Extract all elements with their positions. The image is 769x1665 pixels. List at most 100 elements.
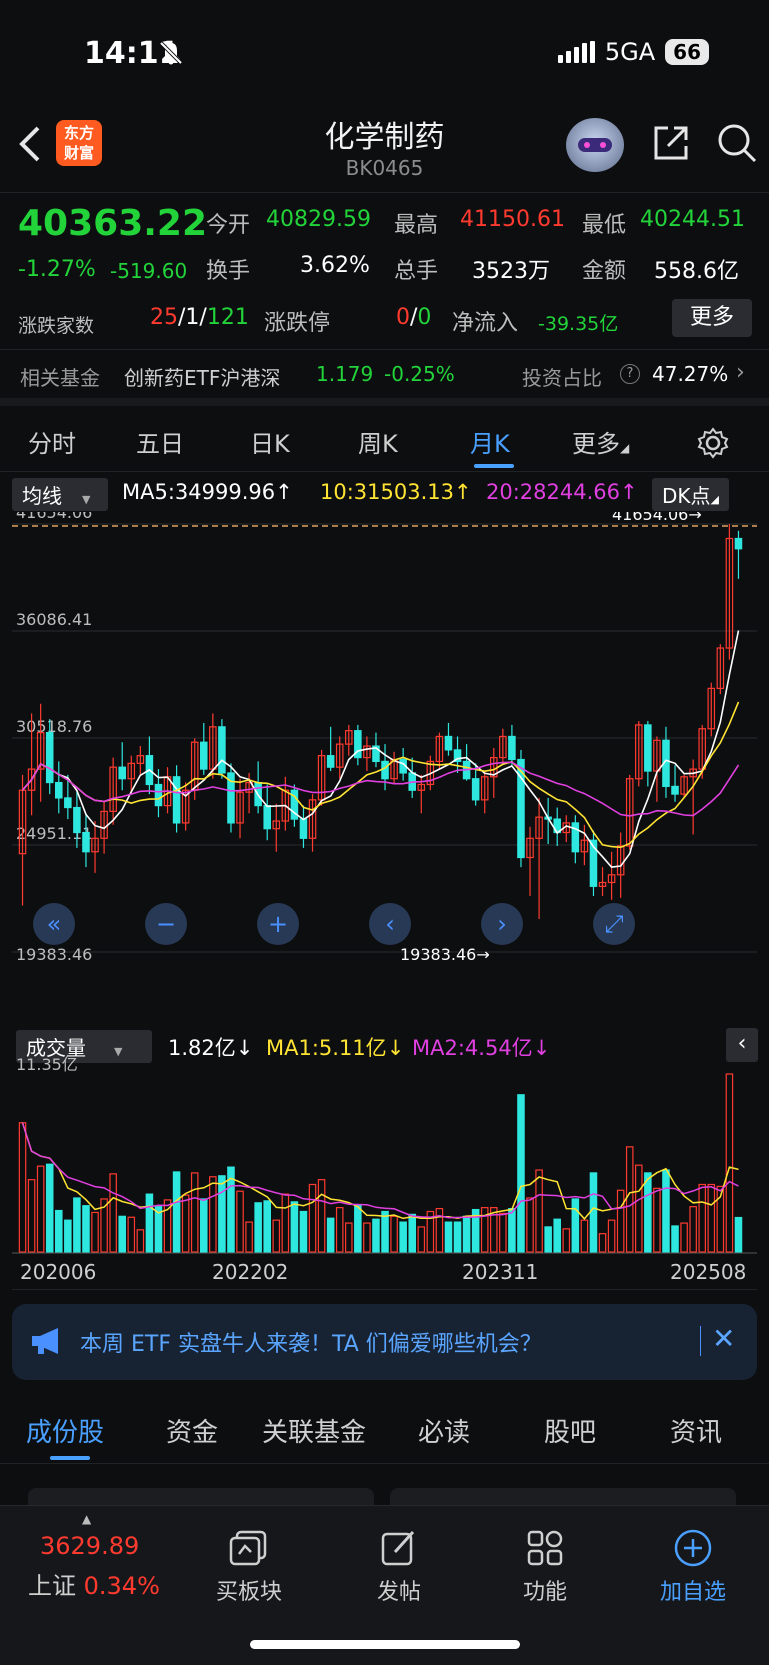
index-row[interactable]: 上证 0.34% bbox=[28, 1566, 160, 1601]
expand-up-icon[interactable]: ▲ bbox=[82, 1512, 91, 1526]
last-price: 40363.22 bbox=[18, 203, 208, 244]
volume-bar bbox=[671, 1225, 679, 1253]
volume-bar bbox=[580, 1219, 589, 1253]
breadth-values: 25/1/121 bbox=[150, 305, 249, 330]
x-tick: 202508 bbox=[670, 1260, 747, 1284]
price-axis-label: 19383.46 bbox=[16, 945, 92, 964]
tab-capital[interactable]: 资金 bbox=[166, 1412, 218, 1449]
ma-legend-row: 均线 ▼ MA5:34999.96↑ 10:31503.13↑ 20:28244.… bbox=[0, 478, 769, 511]
tab-forum[interactable]: 股吧 bbox=[544, 1412, 596, 1449]
volume-bar bbox=[607, 1219, 616, 1253]
candle-body bbox=[444, 735, 453, 751]
candle-body bbox=[172, 776, 181, 824]
volume-bar bbox=[725, 1073, 734, 1253]
home-indicator bbox=[250, 1640, 520, 1649]
volume-bar bbox=[91, 1211, 99, 1253]
tab-five-day[interactable]: 五日 bbox=[136, 424, 184, 459]
volume-bar bbox=[635, 1164, 643, 1253]
help-icon[interactable]: ? bbox=[620, 364, 640, 384]
volume-bar bbox=[218, 1175, 226, 1253]
tab-month-k[interactable]: 月K bbox=[470, 424, 510, 459]
assistant-robot-icon[interactable] bbox=[566, 118, 624, 172]
volume-bar bbox=[625, 1146, 634, 1253]
volume-bar bbox=[317, 1179, 326, 1253]
tab-related-funds[interactable]: 关联基金 bbox=[262, 1412, 366, 1449]
settings-gear-icon[interactable] bbox=[696, 426, 730, 466]
netflow-value: -39.35亿 bbox=[538, 313, 619, 335]
volume-bar bbox=[372, 1218, 380, 1253]
volume-bar bbox=[172, 1171, 181, 1253]
volume-bar bbox=[598, 1233, 607, 1253]
indicator-dropdown[interactable]: 均线 ▼ bbox=[12, 478, 108, 511]
period-tabs: 分时 五日 日K 周K 月K 更多◢ bbox=[0, 414, 769, 472]
volume-value: 3523万 bbox=[472, 259, 550, 284]
change-percent: -1.27% bbox=[18, 257, 96, 282]
buy-sector-icon bbox=[194, 1526, 304, 1570]
volume-bar bbox=[734, 1216, 743, 1253]
low-value: 40244.51 bbox=[640, 207, 745, 232]
volume-bar bbox=[453, 1221, 462, 1253]
dk-point-button[interactable]: DK点◢ bbox=[652, 478, 729, 511]
share-icon[interactable] bbox=[650, 122, 692, 168]
banner-text[interactable]: 本周 ETF 实盘牛人来袭！TA 们偏爱哪些机会？ bbox=[80, 1326, 542, 1358]
volume-bar bbox=[345, 1222, 353, 1253]
x-tick: 202006 bbox=[20, 1260, 97, 1284]
nav-add-watchlist[interactable]: 加自选 bbox=[638, 1526, 748, 1606]
ma10-line bbox=[21, 701, 740, 849]
tab-more[interactable]: 更多◢ bbox=[572, 424, 629, 459]
high-value: 41150.61 bbox=[460, 207, 565, 232]
volume-bar bbox=[680, 1222, 688, 1253]
mute-icon bbox=[158, 40, 184, 70]
tab-day-k[interactable]: 日K bbox=[250, 424, 290, 459]
turnover-value: 3.62% bbox=[300, 253, 370, 278]
change-value: -519.60 bbox=[110, 259, 188, 283]
candle-body bbox=[118, 766, 126, 780]
low-marker: 19383.46→ bbox=[400, 945, 490, 964]
open-value: 40829.59 bbox=[266, 207, 371, 232]
volume-chart[interactable]: 11.35亿 bbox=[12, 1055, 757, 1256]
nav-functions[interactable]: 功能 bbox=[490, 1526, 600, 1606]
nav-buy-sector[interactable]: 买板块 bbox=[194, 1526, 304, 1606]
volume-bar bbox=[27, 1179, 36, 1253]
volume-bar bbox=[354, 1204, 362, 1253]
volume-bar bbox=[535, 1169, 543, 1253]
volume-bar bbox=[644, 1172, 652, 1253]
promo-banner[interactable]: 本周 ETF 实盘牛人来袭！TA 们偏爱哪些机会？ ✕ bbox=[12, 1304, 757, 1380]
close-icon[interactable]: ✕ bbox=[712, 1322, 735, 1355]
candle-body bbox=[154, 783, 163, 807]
chevron-right-icon: › bbox=[736, 360, 745, 385]
candle-body bbox=[381, 760, 389, 780]
volume-bar bbox=[462, 1215, 471, 1253]
fund-price: 1.179 bbox=[316, 362, 374, 386]
volume-bar bbox=[64, 1219, 72, 1253]
volume-bar bbox=[308, 1183, 317, 1253]
scroll-right-button-glyph: › bbox=[497, 910, 507, 938]
index-price[interactable]: 3629.89 bbox=[40, 1532, 139, 1560]
ma5-line bbox=[21, 630, 740, 868]
volume-bar bbox=[381, 1210, 389, 1253]
volume-label: 总手 bbox=[394, 259, 439, 284]
more-button[interactable]: 更多 bbox=[672, 299, 752, 337]
tab-week-k[interactable]: 周K bbox=[358, 424, 398, 459]
volume-bar bbox=[36, 1165, 45, 1253]
candlestick-chart[interactable]: 41654.06 36086.41 30518.76 24951.11 19383.46… bbox=[12, 503, 757, 1026]
x-tick: 202311 bbox=[462, 1260, 539, 1284]
amount-value: 558.6亿 bbox=[654, 259, 739, 284]
search-icon[interactable] bbox=[716, 122, 758, 168]
volume-bar bbox=[145, 1193, 154, 1253]
tab-must-read[interactable]: 必读 bbox=[418, 1412, 470, 1449]
volume-bar bbox=[553, 1218, 561, 1253]
tab-news[interactable]: 资讯 bbox=[670, 1412, 722, 1449]
candle-body bbox=[299, 818, 308, 839]
volume-bar bbox=[55, 1209, 63, 1253]
nav-post[interactable]: 发帖 bbox=[344, 1526, 454, 1606]
candle-body bbox=[508, 735, 516, 761]
volume-bar bbox=[544, 1226, 552, 1253]
volume-bar bbox=[335, 1207, 344, 1253]
related-fund-row[interactable]: 相关基金 创新药ETF沪港深 1.179 -0.25% 投资占比 ? 47.27… bbox=[0, 349, 769, 399]
tab-constituents[interactable]: 成份股 bbox=[26, 1412, 104, 1449]
volume-bar bbox=[689, 1206, 697, 1253]
candle-body bbox=[326, 755, 335, 768]
tab-minute[interactable]: 分时 bbox=[28, 424, 76, 459]
candle-body bbox=[45, 731, 54, 784]
